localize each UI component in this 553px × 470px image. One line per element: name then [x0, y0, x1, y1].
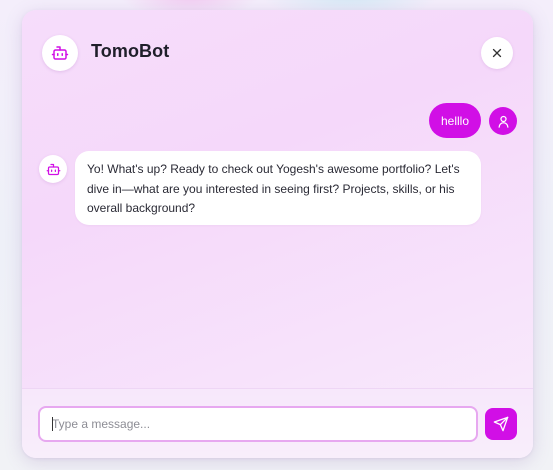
send-button[interactable]	[485, 408, 517, 440]
text-caret	[52, 417, 53, 431]
bot-message-avatar	[39, 155, 67, 183]
close-icon	[490, 46, 504, 60]
user-avatar	[489, 107, 517, 135]
chat-window: TomoBot helllo Yo! What's up? Ready to c…	[22, 10, 533, 458]
chat-title: TomoBot	[91, 41, 170, 61]
chat-header: TomoBot	[22, 10, 533, 96]
user-message-bubble: helllo	[429, 103, 482, 138]
bot-message-bubble: Yo! What's up? Ready to check out Yogesh…	[75, 151, 481, 225]
user-icon	[496, 114, 511, 129]
bot-message-text: Yo! What's up? Ready to check out Yogesh…	[87, 162, 460, 215]
user-message-text: helllo	[441, 113, 470, 128]
robot-icon	[46, 162, 61, 177]
message-input[interactable]	[38, 406, 478, 442]
close-button[interactable]	[481, 37, 513, 69]
composer-bar	[22, 388, 533, 458]
robot-icon	[51, 44, 69, 62]
bot-avatar	[42, 35, 78, 71]
send-icon	[493, 416, 509, 432]
